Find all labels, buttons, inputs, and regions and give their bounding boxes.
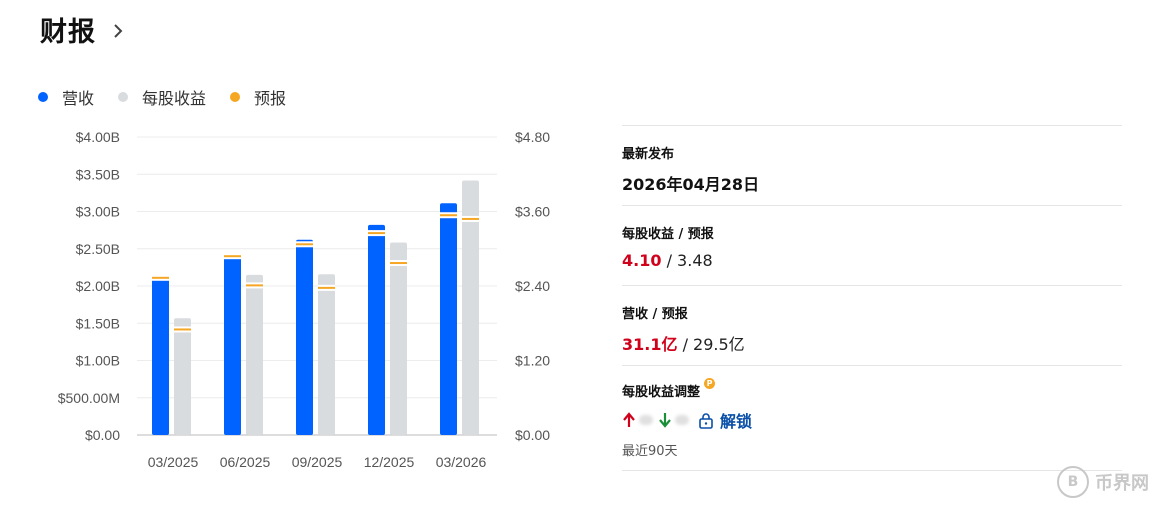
revenue-bar xyxy=(152,275,169,435)
eps-bar xyxy=(390,242,407,435)
eps-bar xyxy=(318,274,335,435)
revenue-separator: / xyxy=(677,335,694,354)
revenue-forecast-marker xyxy=(296,243,313,246)
revenue-bar xyxy=(224,256,241,435)
divider xyxy=(622,365,1122,366)
eps-bar xyxy=(246,274,263,435)
unlock-label: 解锁 xyxy=(720,412,753,431)
divider xyxy=(622,205,1122,206)
watermark-text: 币界网 xyxy=(1095,473,1149,494)
eps-values: 4.10 / 3.48 xyxy=(622,251,1122,270)
y-tick-label-left: $500.00M xyxy=(58,390,120,406)
eps-section: 每股收益 / 预报 4.10 / 3.48 xyxy=(622,223,1122,270)
eps-adjustment-row: 解锁 xyxy=(622,408,1122,432)
y-tick-label-left: $0.00 xyxy=(85,427,120,443)
revenue-section: 营收 / 预报 31.1亿 / 29.5亿 xyxy=(622,303,1122,355)
revenue-forecast-marker xyxy=(152,276,169,279)
revenue-bar xyxy=(296,239,313,435)
blurred-value xyxy=(675,415,689,425)
divider xyxy=(622,470,1122,471)
eps-forecast-marker xyxy=(246,284,263,287)
revenue-values: 31.1亿 / 29.5亿 xyxy=(622,331,1122,355)
eps-adjustment-label: 每股收益调整 xyxy=(622,385,701,400)
blurred-value xyxy=(639,415,653,425)
unlock-button[interactable]: 解锁 xyxy=(698,408,752,432)
x-tick-label: 03/2026 xyxy=(436,454,487,470)
x-tick-label: 12/2025 xyxy=(364,454,415,470)
divider xyxy=(622,285,1122,286)
revenue-bar xyxy=(368,224,385,435)
period-label: 最近90天 xyxy=(622,444,678,459)
x-tick-label: 06/2025 xyxy=(220,454,271,470)
y-tick-label-right: $2.40 xyxy=(515,278,550,294)
eps-forecast-marker xyxy=(462,217,479,220)
revenue-forecast-marker xyxy=(368,232,385,235)
y-tick-label-left: $2.50B xyxy=(76,241,120,257)
earnings-chart: $4.00B $3.50B $3.00B $2.50B $2.00B $1.50B $1.0… xyxy=(58,129,551,470)
lock-icon xyxy=(699,412,713,429)
y-tick-label-left: $1.00B xyxy=(76,353,120,369)
latest-release-section: 最新发布 2026年04月28日 xyxy=(622,143,1122,195)
x-tick-label: 09/2025 xyxy=(292,454,343,470)
y-tick-label-left: $2.00B xyxy=(76,278,120,294)
eps-forecast-marker xyxy=(318,286,335,289)
y-tick-label-left: $1.50B xyxy=(76,315,120,331)
eps-actual: 4.10 xyxy=(622,251,662,270)
arrow-down-icon xyxy=(659,413,671,428)
eps-adjustment-section: 每股收益调整 P 解锁 最近90天 xyxy=(622,378,1122,459)
latest-release-date: 2026年04月28日 xyxy=(622,175,760,194)
eps-forecast-marker xyxy=(174,328,191,331)
eps-bar xyxy=(174,318,191,435)
premium-badge-icon: P xyxy=(704,378,716,389)
arrow-up-icon xyxy=(623,412,635,427)
eps-forecast-marker xyxy=(390,262,407,265)
revenue-forecast-marker xyxy=(224,255,241,258)
y-tick-label-right: $3.60 xyxy=(515,204,550,220)
divider xyxy=(622,125,1122,126)
revenue-forecast: 29.5亿 xyxy=(693,335,745,354)
y-tick-label-left: $4.00B xyxy=(76,129,120,145)
watermark-logo-icon: B xyxy=(1057,466,1089,498)
revenue-forecast-marker xyxy=(440,214,457,217)
y-tick-label-left: $3.50B xyxy=(76,166,120,182)
y-tick-label-left: $3.00B xyxy=(76,204,120,220)
eps-separator: / xyxy=(661,251,678,270)
latest-release-label: 最新发布 xyxy=(622,147,675,162)
revenue-label: 营收 / 预报 xyxy=(622,307,688,322)
x-tick-label: 03/2025 xyxy=(148,454,199,470)
y-tick-label-right: $4.80 xyxy=(515,129,550,145)
eps-forecast: 3.48 xyxy=(677,251,713,270)
y-tick-label-right: $0.00 xyxy=(515,427,550,443)
watermark: B 币界网 xyxy=(1057,466,1149,498)
revenue-actual: 31.1亿 xyxy=(622,335,678,354)
revenue-bar xyxy=(440,203,457,435)
eps-label: 每股收益 / 预报 xyxy=(622,227,714,242)
y-tick-label-right: $1.20 xyxy=(515,353,550,369)
